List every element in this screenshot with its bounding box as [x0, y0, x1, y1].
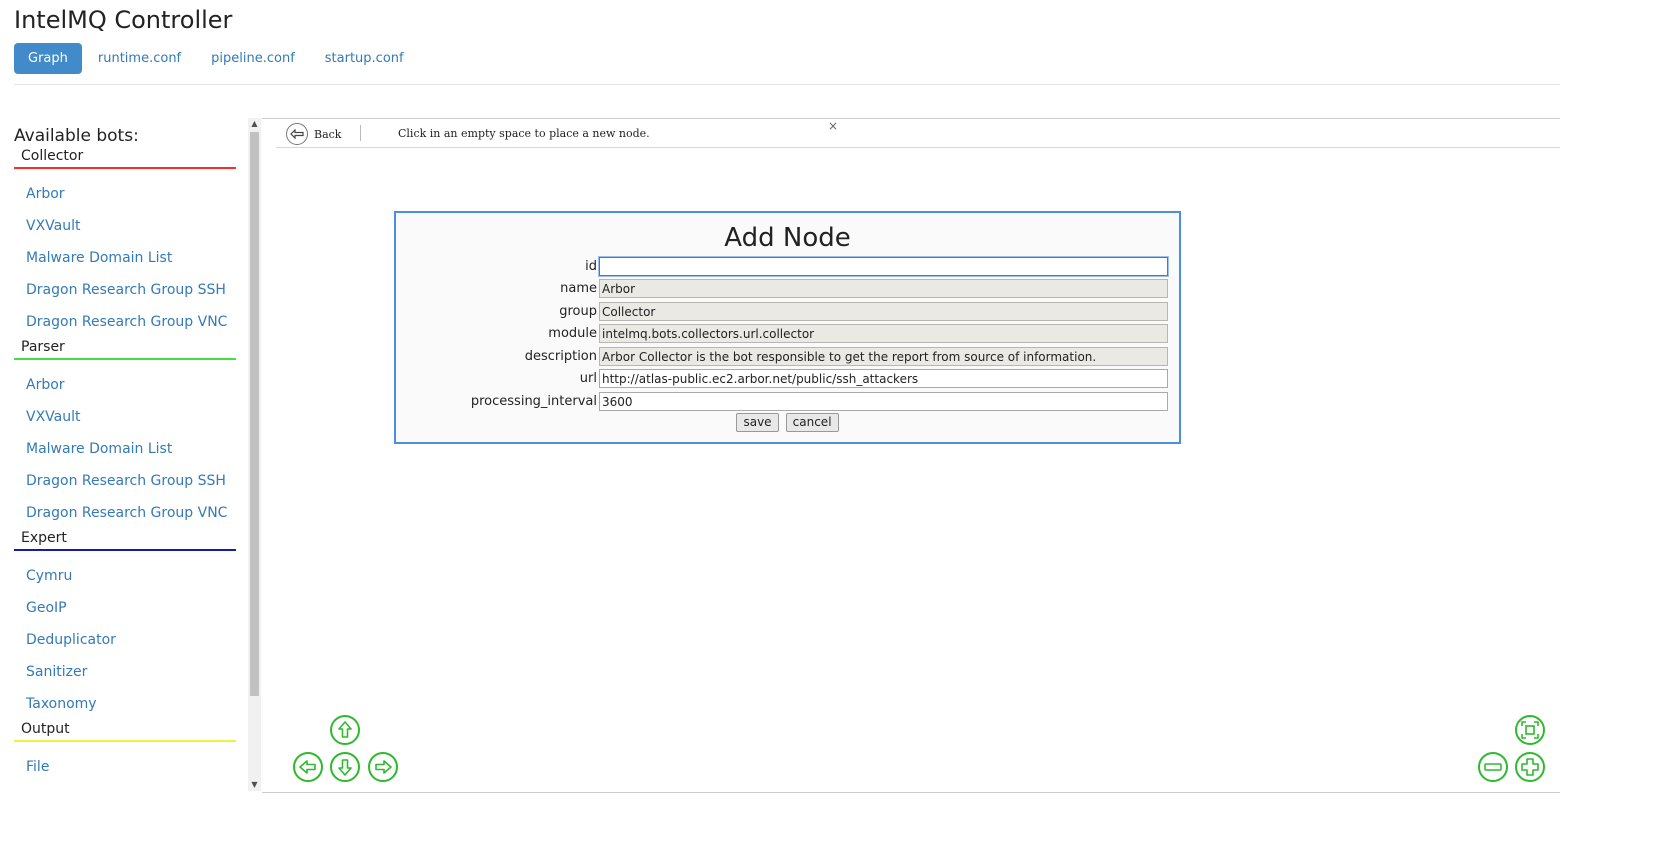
back-arrow-icon	[286, 123, 308, 145]
bot-link[interactable]: Sanitizer	[26, 664, 87, 680]
back-label: Back	[314, 127, 342, 141]
manipulation-toolbar: Back Click in an empty space to place a …	[276, 119, 1560, 148]
list-item: Malware Domain List	[14, 241, 236, 273]
zoom-out-icon[interactable]	[1478, 752, 1508, 782]
tab-startup-conf[interactable]: startup.conf	[311, 43, 418, 74]
group-title-expert: Expert	[14, 528, 236, 551]
toolbar-separator	[360, 125, 361, 141]
group-input[interactable]	[599, 302, 1168, 321]
group-title-parser: Parser	[14, 337, 236, 360]
list-item: Dragon Research Group VNC	[14, 305, 236, 337]
bot-link[interactable]: Cymru	[26, 568, 72, 584]
bot-link[interactable]: VXVault	[26, 218, 81, 234]
add-node-dialog: Add Node id name group module descriptio…	[394, 211, 1181, 444]
save-button[interactable]: save	[736, 412, 779, 432]
url-label: url	[579, 371, 597, 386]
arrow-down-icon[interactable]	[330, 752, 360, 782]
group-title-output: Output	[14, 719, 236, 742]
list-item: Deduplicator	[14, 623, 236, 655]
arrow-left-icon[interactable]	[293, 752, 323, 782]
list-item: Taxonomy	[14, 687, 236, 719]
list-item: GeoIP	[14, 591, 236, 623]
id-label: id	[585, 259, 597, 274]
main-nav: Graph runtime.conf pipeline.conf startup…	[14, 43, 420, 74]
bot-link[interactable]: Dragon Research Group VNC	[26, 505, 227, 521]
bot-link[interactable]: Arbor	[26, 186, 65, 202]
group-label: group	[559, 304, 597, 319]
bot-link[interactable]: Dragon Research Group SSH	[26, 282, 226, 298]
bot-link[interactable]: Malware Domain List	[26, 441, 172, 457]
bot-link[interactable]: Dragon Research Group SSH	[26, 473, 226, 489]
bot-link[interactable]: Malware Domain List	[26, 250, 172, 266]
scroll-down-icon[interactable]: ▼	[248, 779, 261, 791]
group-title-collector: Collector	[14, 146, 236, 169]
zoom-in-icon[interactable]	[1515, 752, 1545, 782]
form-row-group: group	[396, 302, 1179, 324]
scroll-thumb[interactable]	[250, 132, 259, 696]
form-row-module: module	[396, 324, 1179, 346]
module-input[interactable]	[599, 324, 1168, 343]
dialog-title: Add Node	[724, 223, 851, 253]
list-item: Arbor	[14, 368, 236, 400]
description-input[interactable]	[599, 347, 1168, 366]
app-title: IntelMQ Controller	[14, 6, 233, 34]
manipulation-hint: Click in an empty space to place a new n…	[398, 127, 650, 140]
list-item: File	[14, 750, 236, 782]
list-item: Dragon Research Group SSH	[14, 464, 236, 496]
tab-graph[interactable]: Graph	[14, 43, 82, 74]
list-item: Dragon Research Group SSH	[14, 273, 236, 305]
name-input[interactable]	[599, 279, 1168, 298]
module-label: module	[548, 326, 597, 341]
tab-pipeline-conf[interactable]: pipeline.conf	[197, 43, 309, 74]
form-row-url: url	[396, 369, 1179, 391]
description-label: description	[524, 349, 597, 364]
collector-bot-list: Arbor VXVault Malware Domain List Dragon…	[14, 177, 236, 337]
arrow-right-icon[interactable]	[368, 752, 398, 782]
sidebar-scrollbar[interactable]: ▲ ▼	[248, 118, 261, 791]
list-item: Malware Domain List	[14, 432, 236, 464]
expert-bot-list: Cymru GeoIP Deduplicator Sanitizer Taxon…	[14, 559, 236, 719]
dialog-buttons: save cancel	[396, 411, 1179, 432]
bot-link[interactable]: File	[26, 759, 49, 775]
name-label: name	[560, 281, 597, 296]
bot-link[interactable]: VXVault	[26, 409, 81, 425]
list-item: VXVault	[14, 209, 236, 241]
bots-sidebar: Available bots: Collector Arbor VXVault …	[14, 120, 236, 782]
back-button[interactable]: Back	[286, 123, 341, 145]
output-bot-list: File	[14, 750, 236, 782]
form-row-name: name	[396, 279, 1179, 301]
list-item: VXVault	[14, 400, 236, 432]
form-row-description: description	[396, 347, 1179, 369]
scroll-up-icon[interactable]: ▲	[248, 118, 261, 130]
close-icon[interactable]: ×	[828, 119, 838, 133]
bot-link[interactable]: Dragon Research Group VNC	[26, 314, 227, 330]
list-item: Dragon Research Group VNC	[14, 496, 236, 528]
processing-interval-input[interactable]	[599, 392, 1168, 411]
url-input[interactable]	[599, 369, 1168, 388]
list-item: Arbor	[14, 177, 236, 209]
bot-link[interactable]: GeoIP	[26, 600, 67, 616]
sidebar-heading: Available bots:	[14, 126, 139, 146]
zoom-extends-icon[interactable]	[1515, 715, 1545, 745]
id-input[interactable]	[599, 257, 1168, 276]
bot-link[interactable]: Taxonomy	[26, 696, 97, 712]
bot-link[interactable]: Deduplicator	[26, 632, 116, 648]
list-item: Cymru	[14, 559, 236, 591]
arrow-up-icon[interactable]	[330, 715, 360, 745]
bot-link[interactable]: Arbor	[26, 377, 65, 393]
parser-bot-list: Arbor VXVault Malware Domain List Dragon…	[14, 368, 236, 528]
tab-runtime-conf[interactable]: runtime.conf	[84, 43, 195, 74]
nav-divider	[14, 84, 1560, 85]
list-item: Sanitizer	[14, 655, 236, 687]
cancel-button[interactable]: cancel	[785, 412, 839, 432]
processing-interval-label: processing_interval	[470, 394, 597, 409]
form-row-id: id	[396, 257, 1179, 279]
